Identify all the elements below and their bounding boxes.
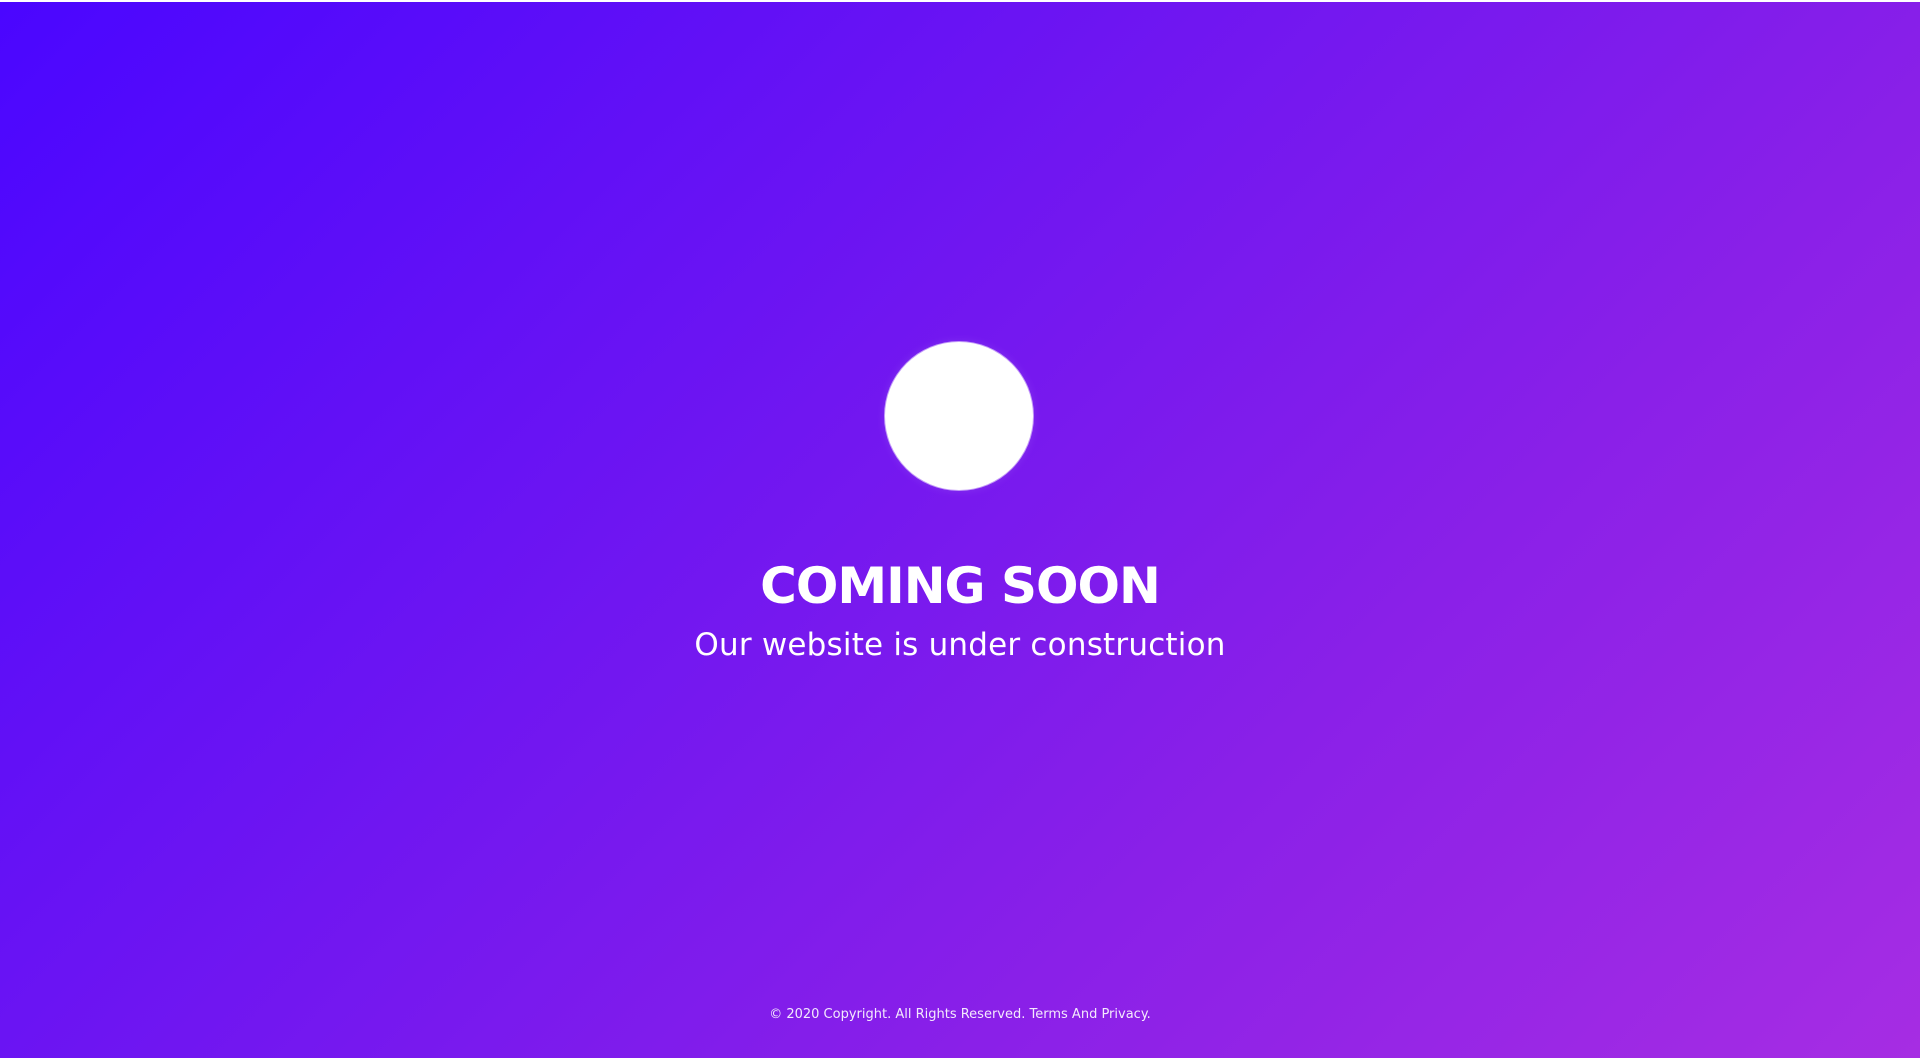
terms-privacy-link[interactable]: Terms And Privacy. xyxy=(1030,1007,1151,1022)
page-subtitle: Our website is under construction xyxy=(694,627,1226,663)
footer-copyright: © 2020 Copyright. All Rights Reserved. xyxy=(769,1007,1026,1022)
coming-soon-content: COMING SOON Our website is under constru… xyxy=(0,0,1920,1058)
logo-circle-icon xyxy=(885,342,1033,490)
footer: © 2020 Copyright. All Rights Reserved. T… xyxy=(0,1005,1920,1025)
page-title: COMING SOON xyxy=(760,557,1161,615)
